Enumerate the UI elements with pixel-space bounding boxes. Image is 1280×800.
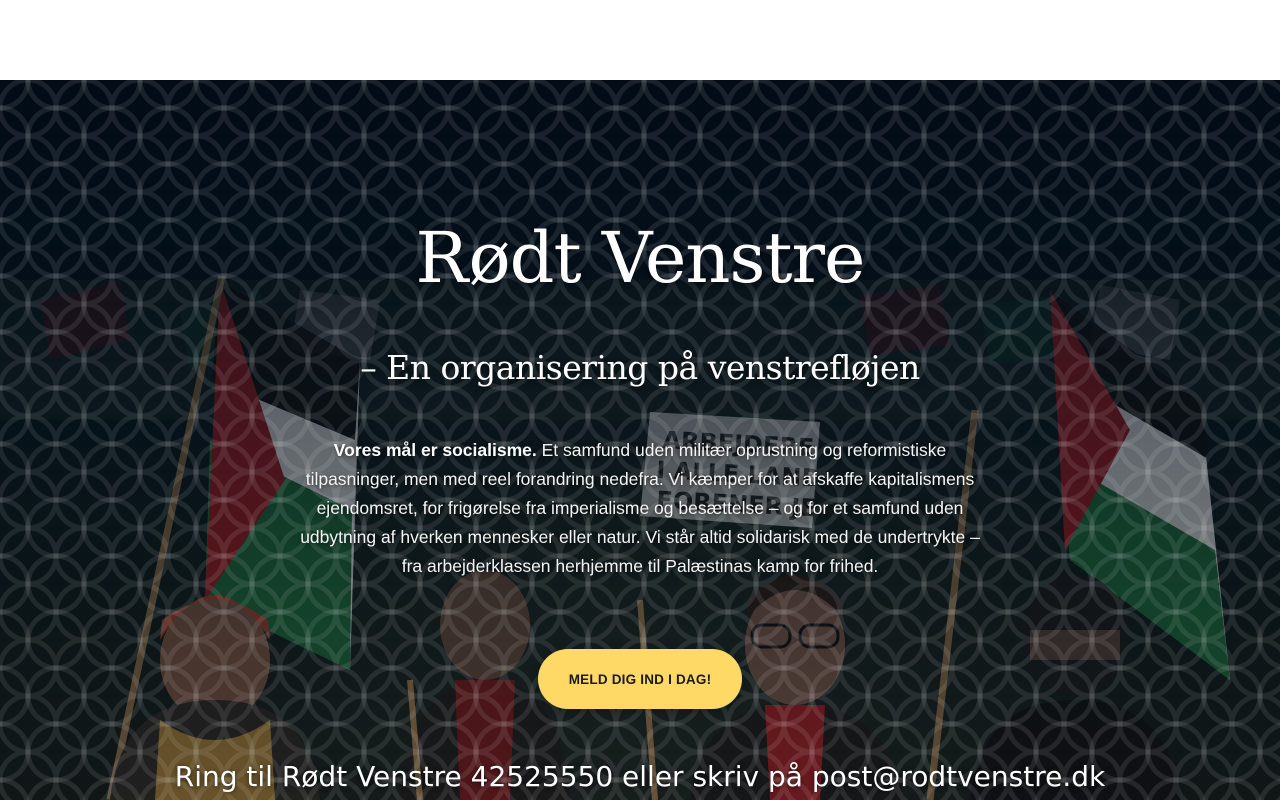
intro-paragraph: Vores mål er socialisme. Et samfund uden…	[296, 436, 984, 581]
join-today-button[interactable]: MELD DIG IND I DAG!	[538, 649, 742, 709]
top-header-bar	[0, 0, 1280, 80]
site-title: Rødt Venstre	[415, 217, 866, 299]
intro-body-text: Et samfund uden militær oprustning og re…	[300, 440, 980, 576]
site-tagline: – En organisering på venstrefløjen	[360, 348, 920, 387]
intro-bold-lead: Vores mål er socialisme.	[333, 440, 537, 460]
contact-line: Ring til Rødt Venstre 42525550 eller skr…	[174, 760, 1106, 793]
hero-section: ARBEJDERE I ALLE LANDE FORENER JER!	[0, 80, 1280, 800]
hero-content: Rødt Venstre – En organisering på venstr…	[0, 80, 1280, 800]
